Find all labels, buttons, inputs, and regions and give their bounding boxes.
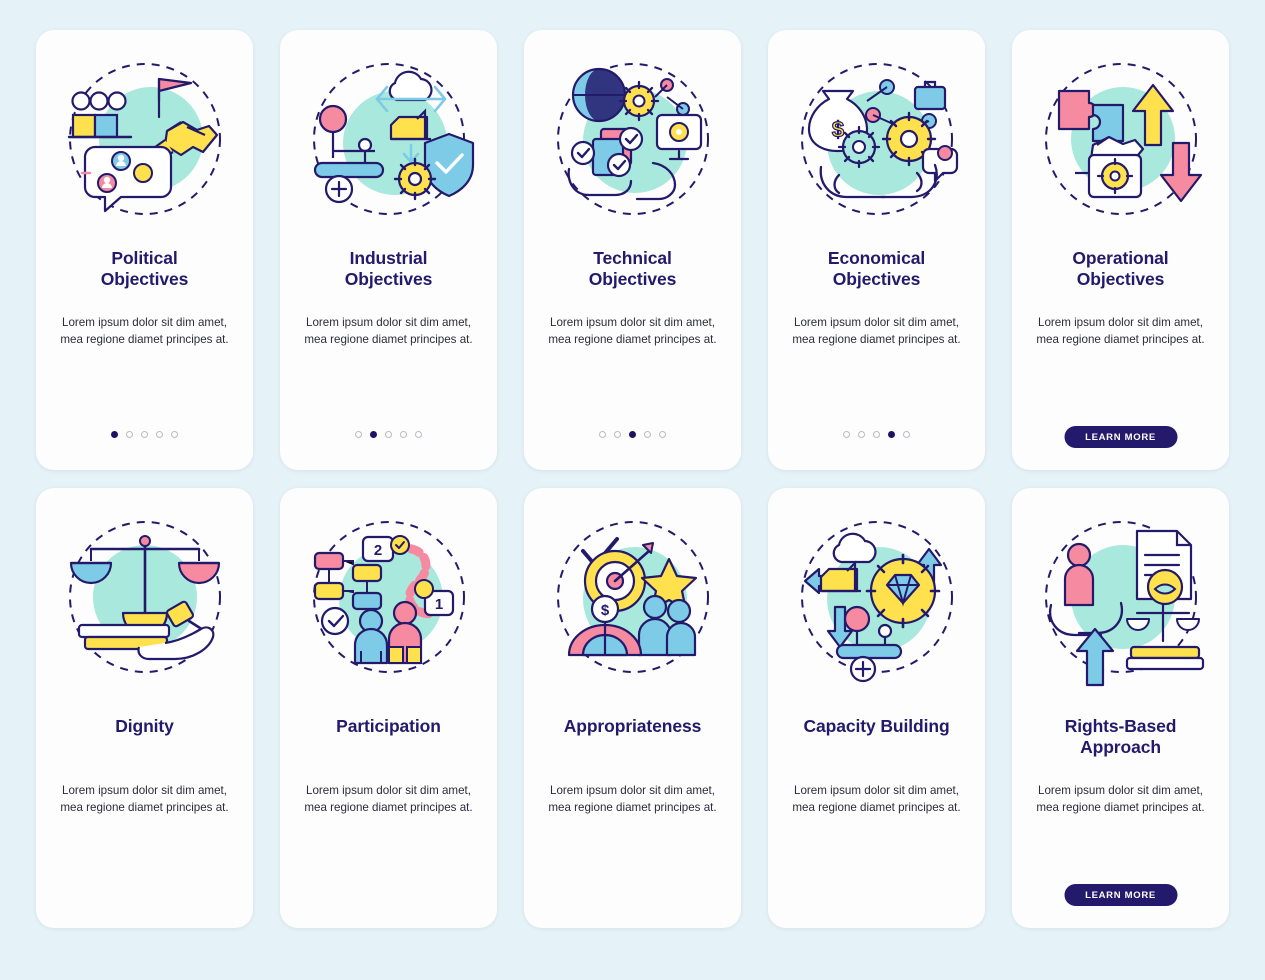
pagination-dot[interactable]: [903, 431, 910, 438]
card-title: Dignity: [115, 716, 174, 736]
card-economical-objectives[interactable]: $ Economical Objectives Lorem ipsum dolo…: [768, 30, 985, 470]
card-row-1: Political Objectives Lorem ipsum dolor si…: [26, 30, 1239, 470]
learn-more-button[interactable]: LEARN MORE: [1064, 426, 1177, 448]
pagination-dot[interactable]: [873, 431, 880, 438]
pagination-dot[interactable]: [659, 431, 666, 438]
card-description: Lorem ipsum dolor sit dim amet, mea regi…: [304, 784, 473, 815]
pagination-dot[interactable]: [415, 431, 422, 438]
pagination-dot[interactable]: [355, 431, 362, 438]
card-description: Lorem ipsum dolor sit dim amet, mea regi…: [792, 784, 961, 815]
card-title: Participation: [336, 716, 441, 736]
pagination-dot[interactable]: [126, 431, 133, 438]
card-description: Lorem ipsum dolor sit dim amet, mea regi…: [1036, 316, 1205, 347]
card-appropriateness[interactable]: $ Appropriateness Lorem ipsum dolor sit …: [524, 488, 741, 928]
pagination-dot[interactable]: [614, 431, 621, 438]
onboarding-screens-board: Political Objectives Lorem ipsum dolor si…: [0, 0, 1265, 980]
card-description: Lorem ipsum dolor sit dim amet, mea regi…: [304, 316, 473, 347]
pagination-dot[interactable]: [156, 431, 163, 438]
card-operational-objectives[interactable]: Operational Objectives Lorem ipsum dolor …: [1012, 30, 1229, 470]
card-title: Operational Objectives: [1072, 248, 1169, 290]
card-description: Lorem ipsum dolor sit dim amet, mea regi…: [548, 316, 717, 347]
card-description: Lorem ipsum dolor sit dim amet, mea regi…: [1036, 784, 1205, 815]
participation-icon: 2 1: [280, 488, 497, 706]
pagination-dots[interactable]: [768, 431, 985, 438]
card-title: Industrial Objectives: [344, 248, 433, 290]
pagination-dot[interactable]: [629, 431, 636, 438]
card-description: Lorem ipsum dolor sit dim amet, mea regi…: [60, 784, 229, 815]
pagination-dot[interactable]: [141, 431, 148, 438]
economical-objectives-icon: $: [768, 30, 985, 248]
card-political-objectives[interactable]: Political Objectives Lorem ipsum dolor si…: [36, 30, 253, 470]
card-dignity[interactable]: Dignity Lorem ipsum dolor sit dim amet, …: [36, 488, 253, 928]
card-description: Lorem ipsum dolor sit dim amet, mea regi…: [60, 316, 229, 347]
pagination-dot[interactable]: [644, 431, 651, 438]
pagination-dot[interactable]: [400, 431, 407, 438]
pagination-dot[interactable]: [599, 431, 606, 438]
learn-more-button[interactable]: LEARN MORE: [1064, 884, 1177, 906]
pagination-dots[interactable]: [524, 431, 741, 438]
capacity-building-icon: [768, 488, 985, 706]
pagination-dot[interactable]: [858, 431, 865, 438]
rights-based-approach-icon: [1012, 488, 1229, 706]
card-title: Political Objectives: [100, 248, 189, 290]
svg-text:$: $: [831, 117, 843, 142]
pagination-dot[interactable]: [888, 431, 895, 438]
card-capacity-building[interactable]: Capacity Building Lorem ipsum dolor sit …: [768, 488, 985, 928]
card-technical-objectives[interactable]: Technical Objectives Lorem ipsum dolor si…: [524, 30, 741, 470]
card-title: Technical Objectives: [588, 248, 677, 290]
card-title: Appropriateness: [563, 716, 702, 736]
card-title: Rights-Based Approach: [1064, 716, 1177, 758]
appropriateness-icon: $: [524, 488, 741, 706]
pagination-dot[interactable]: [111, 431, 118, 438]
card-participation[interactable]: 2 1 Participation Lorem ipsum dolor sit …: [280, 488, 497, 928]
technical-objectives-icon: [524, 30, 741, 248]
card-title: Economical Objectives: [827, 248, 926, 290]
pagination-dots[interactable]: [280, 431, 497, 438]
svg-text:$: $: [600, 602, 609, 619]
pagination-dot[interactable]: [370, 431, 377, 438]
pagination-dot[interactable]: [843, 431, 850, 438]
svg-text:2: 2: [373, 542, 381, 559]
card-description: Lorem ipsum dolor sit dim amet, mea regi…: [548, 784, 717, 815]
operational-objectives-icon: [1012, 30, 1229, 248]
card-description: Lorem ipsum dolor sit dim amet, mea regi…: [792, 316, 961, 347]
svg-text:1: 1: [434, 596, 442, 613]
industrial-objectives-icon: [280, 30, 497, 248]
pagination-dot[interactable]: [385, 431, 392, 438]
card-row-2: Dignity Lorem ipsum dolor sit dim amet, …: [26, 488, 1239, 928]
pagination-dots[interactable]: [36, 431, 253, 438]
card-industrial-objectives[interactable]: Industrial Objectives Lorem ipsum dolor s…: [280, 30, 497, 470]
card-title: Capacity Building: [803, 716, 950, 736]
card-rights-based-approach[interactable]: Rights-Based Approach Lorem ipsum dolor s…: [1012, 488, 1229, 928]
pagination-dot[interactable]: [171, 431, 178, 438]
dignity-icon: [36, 488, 253, 706]
political-objectives-icon: [36, 30, 253, 248]
